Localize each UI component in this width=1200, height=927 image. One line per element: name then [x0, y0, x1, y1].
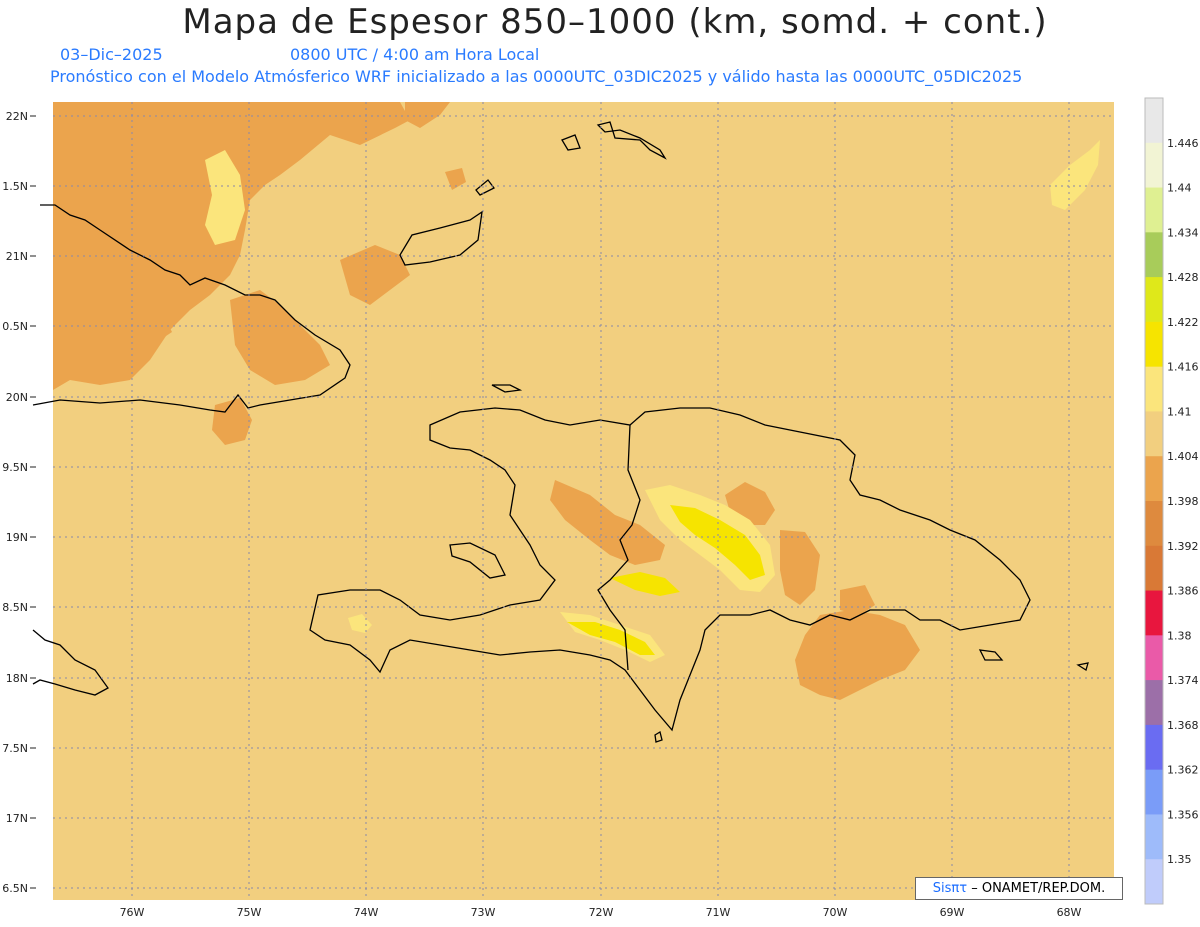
lat-tick-label: 19N [6, 531, 28, 544]
colorbar-swatch [1145, 321, 1163, 368]
colorbar-swatch [1145, 724, 1163, 771]
lat-tick-label: 9.5N [2, 461, 28, 474]
colorbar-swatch [1145, 501, 1163, 547]
lat-tick-label: 0.5N [2, 320, 28, 333]
colorbar-swatch [1145, 769, 1163, 815]
lat-tick-label: 1.5N [2, 180, 28, 193]
colorbar-label: 1.398 [1167, 495, 1199, 508]
colorbar-swatch [1145, 187, 1163, 233]
colorbar-swatch [1145, 142, 1163, 189]
thickness-map: 22N 1.5N 21N 0.5N 20N 9.5N 19N 8.5N 18N … [2, 97, 1199, 919]
colorbar-label: 1.44 [1167, 182, 1192, 195]
lon-tick-label: 73W [471, 906, 496, 919]
credit-text: – ONAMET/REP.DOM. [971, 881, 1106, 896]
colorbar-swatch [1145, 411, 1163, 457]
colorbar-swatch [1145, 859, 1163, 905]
colorbar-label: 1.446 [1167, 137, 1199, 150]
colorbar-label: 1.356 [1167, 808, 1199, 821]
lat-tick-label: 20N [6, 391, 28, 404]
colorbar-swatch [1145, 232, 1163, 278]
lon-tick-label: 74W [354, 906, 379, 919]
colorbar-swatch [1145, 590, 1163, 636]
colorbar-label: 1.368 [1167, 719, 1199, 732]
colorbar-label: 1.362 [1167, 764, 1199, 777]
lat-tick-label: 8.5N [2, 601, 28, 614]
colorbar-label: 1.434 [1167, 226, 1199, 239]
lon-tick-label: 69W [940, 906, 965, 919]
colorbar-label: 1.374 [1167, 674, 1199, 687]
colorbar-label: 1.35 [1167, 853, 1192, 866]
colorbar-label: 1.428 [1167, 271, 1199, 284]
colorbar-label: 1.38 [1167, 629, 1192, 642]
colorbar-swatch [1145, 545, 1163, 592]
lat-tick-label: 22N [6, 110, 28, 123]
lon-tick-label: 72W [589, 906, 614, 919]
colorbar: 1.446 1.44 1.434 1.428 1.422 1.416 1.41 1.404 1.… [1144, 97, 1199, 905]
colorbar-swatch [1145, 456, 1163, 502]
lat-tick-label: 6.5N [2, 882, 28, 895]
lon-tick-label: 68W [1057, 906, 1082, 919]
colorbar-label: 1.416 [1167, 361, 1199, 374]
lon-tick-label: 75W [237, 906, 262, 919]
colorbar-swatch [1145, 680, 1163, 726]
colorbar-swatch [1145, 814, 1163, 860]
lat-tick-label: 21N [6, 250, 28, 263]
sispi-logo: Sisπτ [932, 881, 968, 896]
colorbar-label: 1.41 [1167, 405, 1192, 418]
colorbar-swatch [1145, 277, 1163, 323]
lat-tick-label: 17N [6, 812, 28, 825]
lon-tick-label: 70W [823, 906, 848, 919]
lon-tick-label: 71W [706, 906, 731, 919]
colorbar-label: 1.404 [1167, 450, 1199, 463]
colorbar-swatch [1145, 635, 1163, 681]
colorbar-label: 1.386 [1167, 585, 1199, 598]
lat-tick-label: 18N [6, 672, 28, 685]
colorbar-label: 1.392 [1167, 540, 1199, 553]
colorbar-swatch [1145, 366, 1163, 412]
colorbar-label: 1.422 [1167, 316, 1199, 329]
credit-box: Sisπτ – ONAMET/REP.DOM. [915, 877, 1123, 900]
lon-tick-label: 76W [120, 906, 145, 919]
lat-tick-label: 7.5N [2, 742, 28, 755]
colorbar-swatch [1145, 98, 1163, 144]
